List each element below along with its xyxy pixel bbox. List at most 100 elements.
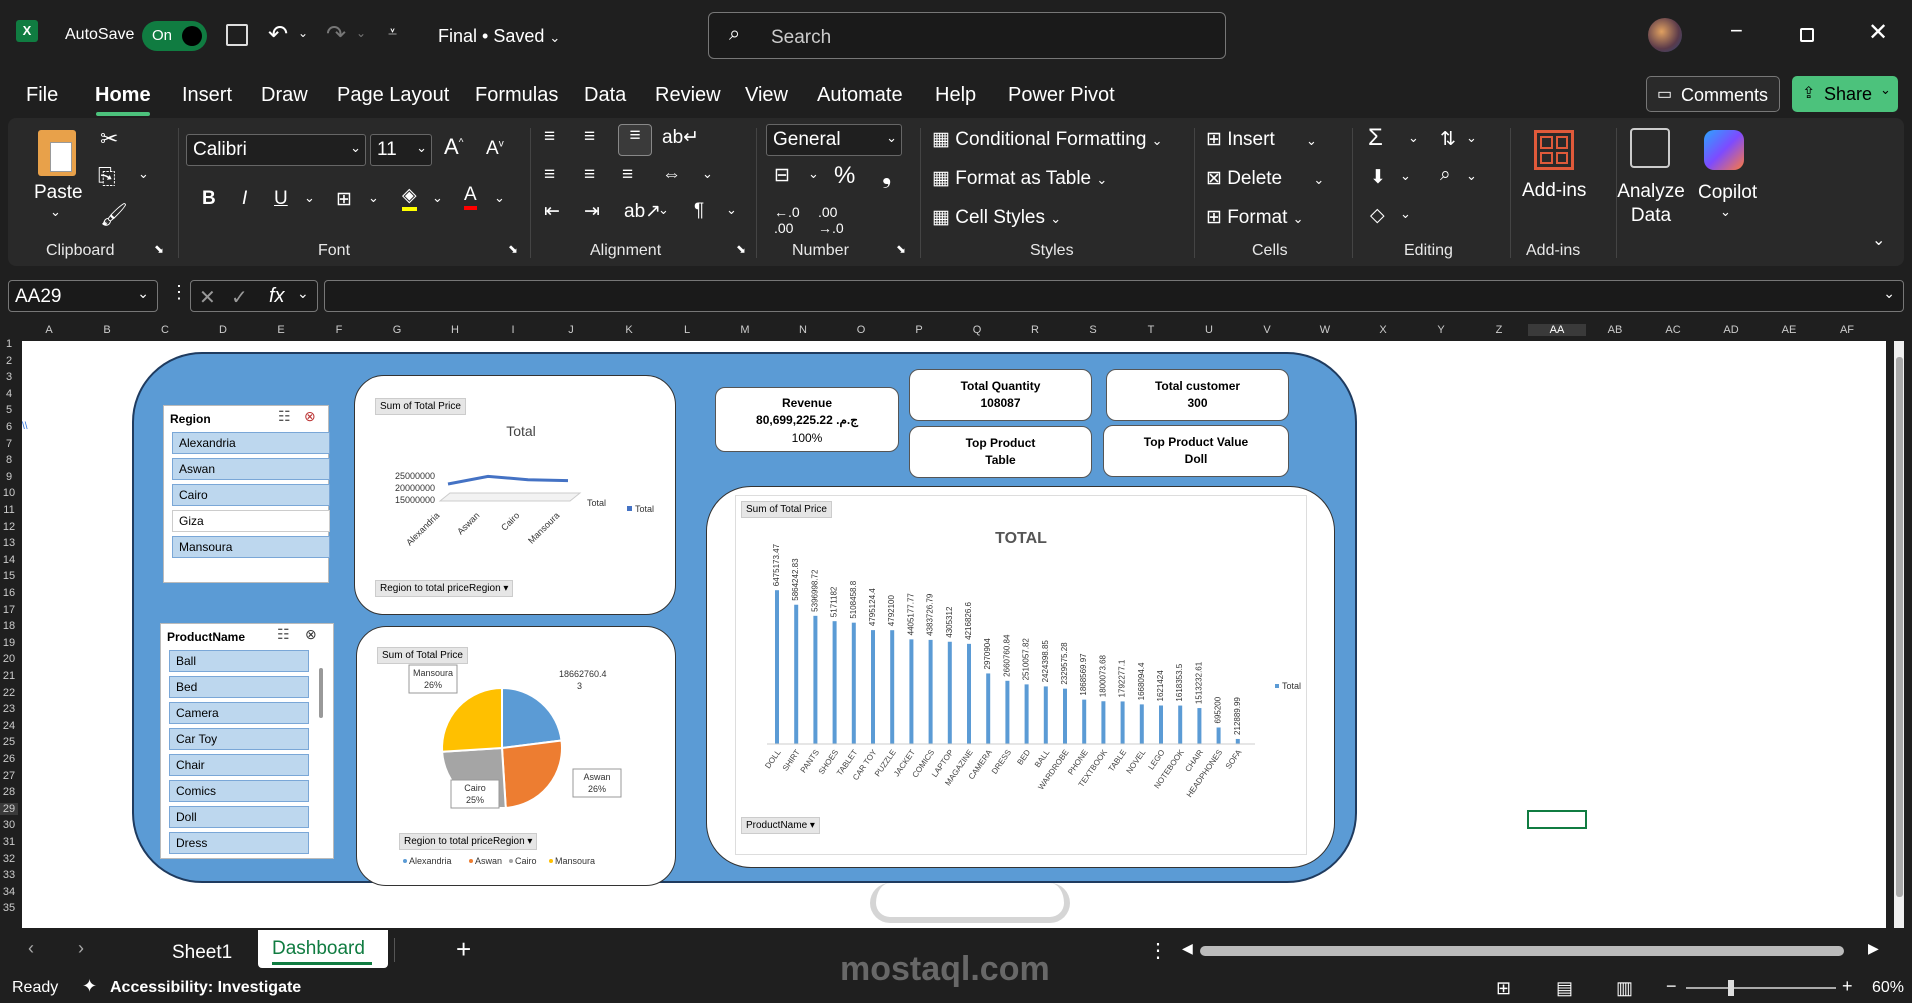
row-header[interactable]: 35 xyxy=(0,902,18,914)
menu-power-pivot[interactable]: Power Pivot xyxy=(1008,84,1115,107)
line-chart-filter-button[interactable]: Region to total priceRegion ▾ xyxy=(375,580,514,597)
row-header[interactable]: 22 xyxy=(0,687,18,699)
row-header[interactable]: 6 xyxy=(0,421,18,433)
close-icon[interactable]: ✕ xyxy=(1868,18,1888,47)
row-header[interactable]: 33 xyxy=(0,869,18,881)
column-header[interactable]: B xyxy=(78,324,136,336)
comments-button[interactable]: ▭ Comments xyxy=(1646,76,1780,112)
orientation-icon[interactable]: ab↗ xyxy=(624,200,661,223)
bar-chart-panel[interactable]: Sum of Total Price TOTAL 6475173.47 DOLL 58… xyxy=(706,486,1335,868)
column-header[interactable]: AB xyxy=(1586,324,1644,336)
enter-icon[interactable]: ✓ xyxy=(231,285,248,310)
row-header[interactable]: 3 xyxy=(0,371,18,383)
more-sheets-icon[interactable]: ⋮ xyxy=(1148,938,1168,963)
undo-dropdown-icon[interactable]: ⌄ xyxy=(298,26,308,40)
menu-view[interactable]: View xyxy=(745,84,788,107)
menu-home[interactable]: Home xyxy=(95,84,151,107)
productname-slicer-item[interactable]: Comics xyxy=(169,780,309,802)
column-header[interactable]: A xyxy=(20,324,78,336)
column-header[interactable]: C xyxy=(136,324,194,336)
row-header[interactable]: 18 xyxy=(0,620,18,632)
add-ins-button[interactable]: Add-ins xyxy=(1522,180,1586,202)
productname-slicer-item[interactable]: Ball xyxy=(169,650,309,672)
row-header[interactable]: 30 xyxy=(0,819,18,831)
chevron-down-icon[interactable]: ⌄ xyxy=(1408,130,1419,146)
cell-styles-button[interactable]: ▦ Cell Styles ⌄ xyxy=(932,206,1061,229)
wrap-text-icon[interactable]: ab↵ xyxy=(662,126,699,149)
chevron-down-icon[interactable]: ⌄ xyxy=(494,190,505,206)
multi-select-icon[interactable]: ☷ xyxy=(278,408,291,425)
copilot-button[interactable]: Copilot xyxy=(1698,182,1757,204)
avatar[interactable] xyxy=(1648,18,1682,52)
row-header[interactable]: 17 xyxy=(0,604,18,616)
formula-input[interactable]: ⌄ xyxy=(324,280,1904,312)
align-middle-icon[interactable]: ≡ xyxy=(584,126,595,148)
row-header[interactable]: 1 xyxy=(0,338,18,350)
minimize-icon[interactable]: − xyxy=(1730,18,1743,44)
scroll-left-icon[interactable]: ◀ xyxy=(1182,940,1193,957)
chevron-down-icon[interactable]: ⌄ xyxy=(432,190,443,206)
align-center-icon[interactable]: ≡ xyxy=(584,164,595,186)
copy-icon[interactable]: ⎘ xyxy=(98,164,116,190)
menu-review[interactable]: Review xyxy=(655,84,721,107)
menu-page-layout[interactable]: Page Layout xyxy=(337,84,449,107)
row-header[interactable]: 24 xyxy=(0,720,18,732)
column-header[interactable]: S xyxy=(1064,324,1122,336)
region-slicer-item[interactable]: Mansoura xyxy=(172,536,330,558)
chevron-down-icon[interactable]: ⌄ xyxy=(304,190,315,206)
row-header[interactable]: 23 xyxy=(0,703,18,715)
chevron-down-icon[interactable]: ⌄ xyxy=(1466,168,1477,184)
column-header[interactable]: O xyxy=(832,324,890,336)
column-header[interactable]: AF xyxy=(1818,324,1876,336)
chevron-down-icon[interactable]: ⌄ xyxy=(50,204,61,220)
menu-insert[interactable]: Insert xyxy=(182,84,232,107)
dialog-launcher-icon[interactable]: ⬊ xyxy=(736,242,746,256)
menu-automate[interactable]: Automate xyxy=(817,84,903,107)
menu-file[interactable]: File xyxy=(26,84,58,107)
sheet-tab-sheet1[interactable]: Sheet1 xyxy=(172,942,232,964)
productname-slicer-item[interactable]: Doll xyxy=(169,806,309,828)
fill-icon[interactable]: ⬇ xyxy=(1370,166,1386,189)
find-select-icon[interactable]: ⌕ xyxy=(1440,164,1451,186)
document-title[interactable]: Final • Saved ⌄ xyxy=(438,26,560,47)
column-header[interactable]: R xyxy=(1006,324,1064,336)
multi-select-icon[interactable]: ☷ xyxy=(277,626,290,643)
row-header[interactable]: 11 xyxy=(0,504,18,516)
column-header[interactable]: H xyxy=(426,324,484,336)
row-header[interactable]: 15 xyxy=(0,570,18,582)
undo-icon[interactable]: ↶ xyxy=(268,20,288,49)
zoom-slider-thumb[interactable] xyxy=(1728,980,1734,996)
column-header[interactable]: E xyxy=(252,324,310,336)
autosave-toggle[interactable]: On xyxy=(142,21,207,51)
chevron-down-icon[interactable]: ⌄ xyxy=(726,202,737,218)
menu-draw[interactable]: Draw xyxy=(261,84,308,107)
normal-view-icon[interactable]: ⊞ xyxy=(1496,978,1511,999)
delete-cells-button[interactable]: ⊠ Delete ⌄ xyxy=(1206,167,1324,190)
row-header[interactable]: 8 xyxy=(0,454,18,466)
insert-function-icon[interactable]: fx xyxy=(269,285,285,308)
productname-slicer-item[interactable]: Dress xyxy=(169,832,309,854)
chevron-down-icon[interactable]: ⌄ xyxy=(138,166,149,182)
worksheet[interactable]: \\ Region ☷ ⊗ Alexandria Aswan Cairo Giza Ma… xyxy=(22,341,1904,928)
hyperlink-fragment[interactable]: \\ xyxy=(22,421,28,432)
analyze-data-button[interactable]: Analyze Data xyxy=(1616,180,1686,228)
column-header[interactable]: U xyxy=(1180,324,1238,336)
column-header[interactable]: F xyxy=(310,324,368,336)
row-header[interactable]: 4 xyxy=(0,388,18,400)
cancel-icon[interactable]: ✕ xyxy=(199,285,216,310)
underline-icon[interactable]: U xyxy=(274,188,288,210)
line-chart-panel[interactable]: Sum of Total Price Total 25000000 20000000… xyxy=(354,375,676,615)
save-icon[interactable] xyxy=(226,24,248,46)
row-header[interactable]: 34 xyxy=(0,886,18,898)
align-top-icon[interactable]: ≡ xyxy=(544,126,555,148)
row-header[interactable]: 31 xyxy=(0,836,18,848)
row-header[interactable]: 5 xyxy=(0,404,18,416)
bold-icon[interactable]: B xyxy=(202,188,216,210)
column-header[interactable]: X xyxy=(1354,324,1412,336)
font-name-select[interactable]: Calibri ⌄ xyxy=(186,134,366,166)
column-header[interactable]: Q xyxy=(948,324,1006,336)
decrease-decimal-icon[interactable]: .00 →.0 xyxy=(818,204,844,236)
paste-icon[interactable] xyxy=(38,130,76,176)
column-header[interactable]: K xyxy=(600,324,658,336)
row-header[interactable]: 14 xyxy=(0,554,18,566)
